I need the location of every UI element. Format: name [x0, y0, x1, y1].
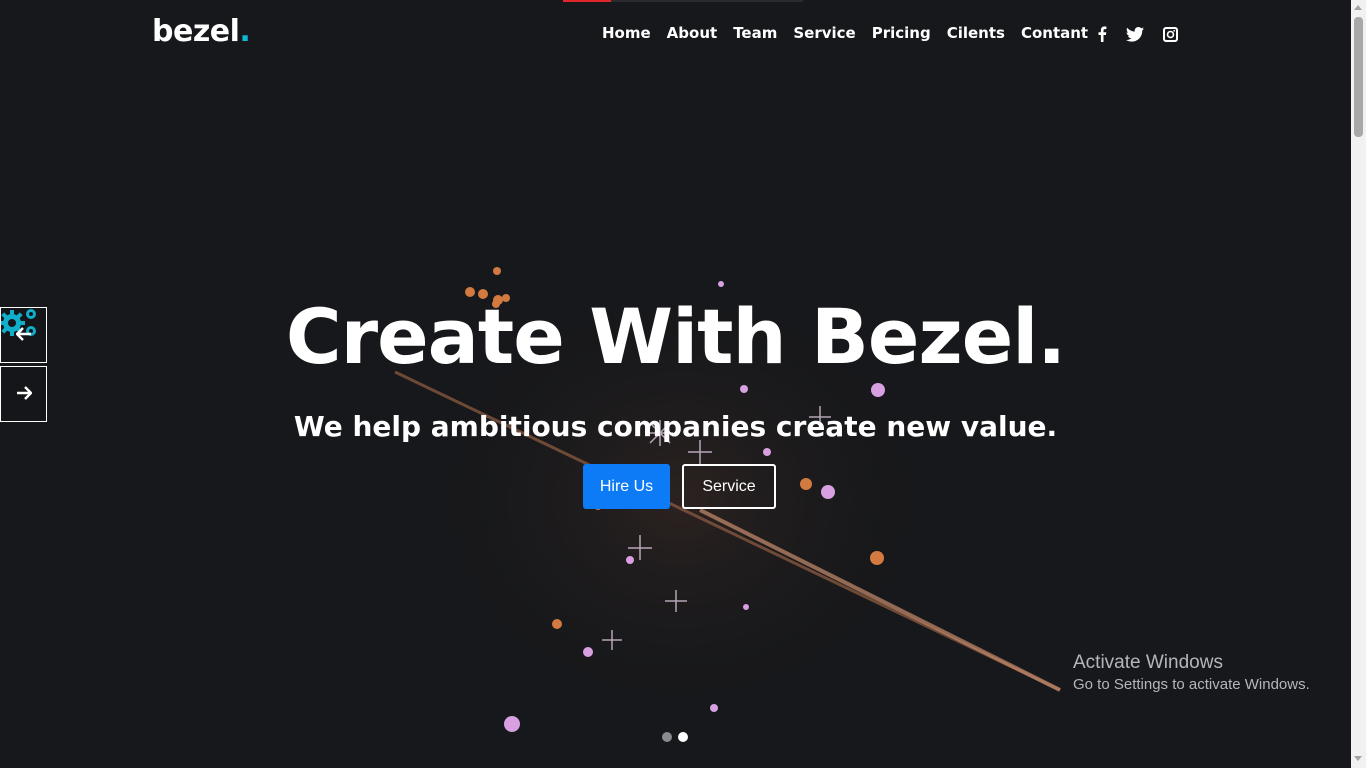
nav-team[interactable]: Team — [733, 24, 777, 42]
nav-contact[interactable]: Contant — [1021, 24, 1088, 42]
instagram-icon[interactable] — [1163, 27, 1178, 46]
slider-dot-2-active[interactable] — [678, 732, 688, 742]
brand-name: bezel — [152, 14, 240, 49]
nav-clients[interactable]: Cilents — [947, 24, 1005, 42]
slider-dot-1[interactable] — [662, 732, 672, 742]
activate-windows-subtitle: Go to Settings to activate Windows. — [1073, 676, 1310, 693]
nav-pricing[interactable]: Pricing — [872, 24, 931, 42]
twitter-icon[interactable] — [1126, 27, 1144, 46]
page-scrollbar[interactable] — [1351, 0, 1366, 768]
main-nav: Home About Team Service Pricing Cilents … — [602, 24, 1104, 42]
brand-dot: . — [239, 14, 251, 49]
hire-us-button[interactable]: Hire Us — [583, 464, 670, 509]
arrow-right-icon — [16, 385, 32, 403]
nav-service[interactable]: Service — [793, 24, 855, 42]
loading-progress — [563, 0, 611, 2]
brand-logo[interactable]: bezel. — [152, 14, 251, 49]
scroll-down-arrow-icon[interactable] — [1354, 756, 1362, 761]
scroll-thumb[interactable] — [1354, 17, 1363, 137]
activate-windows-watermark: Activate Windows Go to Settings to activ… — [1073, 652, 1310, 693]
slider-pagination — [662, 732, 688, 742]
activate-windows-title: Activate Windows — [1073, 652, 1223, 673]
nav-home[interactable]: Home — [602, 24, 651, 42]
service-button[interactable]: Service — [682, 464, 776, 509]
scroll-up-arrow-icon[interactable] — [1354, 5, 1362, 10]
hero-title: Create With Bezel. — [285, 292, 1066, 381]
nav-about[interactable]: About — [667, 24, 718, 42]
facebook-icon[interactable] — [1096, 26, 1108, 46]
hero-subtitle: We help ambitious companies create new v… — [293, 410, 1058, 443]
